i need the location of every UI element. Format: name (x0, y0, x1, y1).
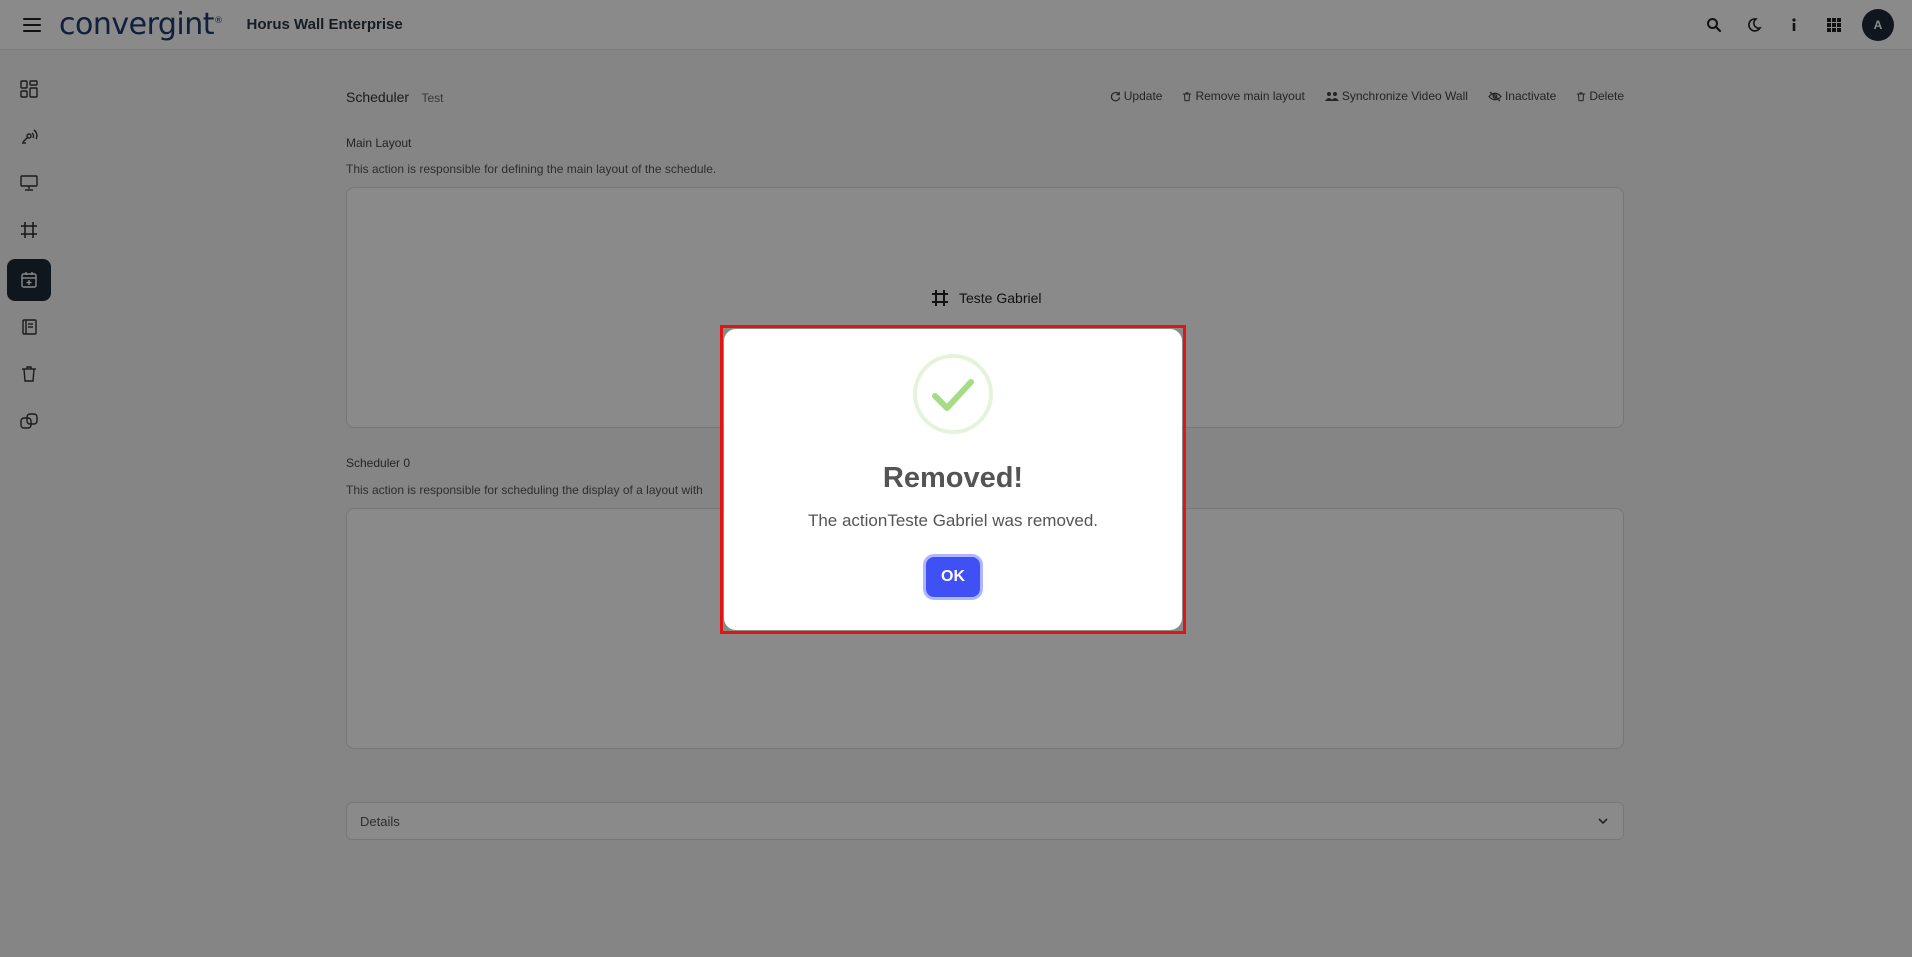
success-icon (913, 354, 993, 434)
success-dialog: Removed! The actionTeste Gabriel was rem… (724, 329, 1182, 630)
dialog-message: The actionTeste Gabriel was removed. (807, 511, 1099, 530)
dialog-title: Removed! (882, 462, 1024, 494)
ok-button[interactable]: OK (926, 557, 980, 597)
